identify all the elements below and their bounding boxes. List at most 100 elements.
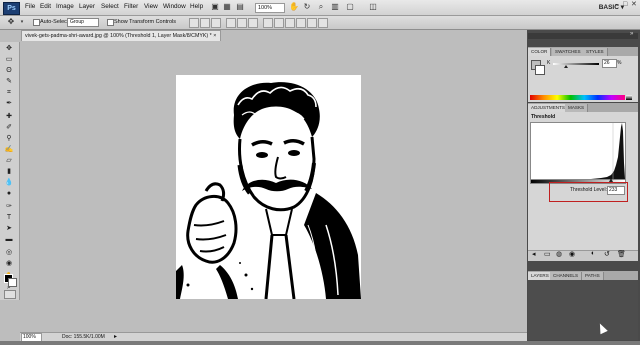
brush-tool-icon[interactable]: ✐ <box>4 123 14 132</box>
clone-stamp-tool-icon[interactable]: ⚲ <box>4 134 14 143</box>
type-tool-icon[interactable]: T <box>4 213 14 222</box>
menu-view[interactable]: View <box>144 3 158 10</box>
zoom-tool-icon[interactable]: ⌕ <box>316 2 326 12</box>
menu-bar: Ps File Edit Image Layer Select Filter V… <box>0 0 640 16</box>
visibility-eye-icon[interactable]: ◉ <box>569 250 575 258</box>
align-hcenter-button[interactable] <box>237 18 247 28</box>
close-button[interactable]: ✕ <box>631 1 637 8</box>
show-transform-checkbox[interactable] <box>107 19 114 26</box>
gradient-tool-icon[interactable]: ▮ <box>4 167 14 176</box>
chevron-down-icon[interactable]: ▾ <box>17 17 27 27</box>
screen-mode-icon[interactable]: ▢ <box>345 2 355 12</box>
threshold-level-label: Threshold Level: <box>570 187 607 193</box>
align-left-button[interactable] <box>226 18 236 28</box>
tab-color[interactable]: COLOR <box>528 48 552 56</box>
align-right-button[interactable] <box>248 18 258 28</box>
tab-masks[interactable]: MASKS <box>565 104 589 112</box>
move-tool-icon[interactable]: ✥ <box>4 44 14 53</box>
threshold-level-value: 233 <box>609 187 618 193</box>
taskbar-strip <box>0 341 640 345</box>
distribute-left-button[interactable] <box>296 18 306 28</box>
reset-icon[interactable]: ↺ <box>604 250 610 258</box>
image-canvas[interactable] <box>176 75 361 299</box>
auto-select-value: Group <box>70 19 84 25</box>
arrange-documents-icon[interactable]: ▥ <box>330 2 340 12</box>
color-slider-handle[interactable] <box>564 65 568 68</box>
status-bar: 100% Doc: 155.5K/1.00M ▸ <box>20 332 527 342</box>
marquee-tool-icon[interactable]: ▭ <box>4 55 14 64</box>
channel-label: K <box>547 60 551 66</box>
return-to-list-icon[interactable]: ◂ <box>532 250 536 258</box>
threshold-histogram[interactable] <box>530 122 626 180</box>
align-top-button[interactable] <box>189 18 199 28</box>
document-tab[interactable]: vivek-gets-padma-shri-award.jpg @ 100% (… <box>21 30 221 41</box>
extras-icon[interactable]: ▤ <box>235 2 245 12</box>
quick-select-tool-icon[interactable]: ✎ <box>4 77 14 86</box>
menu-image[interactable]: Image <box>56 3 74 10</box>
healing-brush-tool-icon[interactable]: ✚ <box>4 112 14 121</box>
auto-select-checkbox[interactable] <box>33 19 40 26</box>
black-white-ramp[interactable] <box>626 95 632 100</box>
menu-layer[interactable]: Layer <box>79 3 95 10</box>
lasso-tool-icon[interactable]: ʘ <box>4 66 14 75</box>
clip-to-layer-icon[interactable]: ◍ <box>556 250 562 258</box>
3d-rotate-tool-icon[interactable]: ◎ <box>4 248 14 257</box>
menu-help[interactable]: Help <box>190 3 203 10</box>
zoom-level-select[interactable]: 100% <box>255 3 285 13</box>
shape-tool-icon[interactable]: ▬ <box>4 235 14 244</box>
tab-swatches[interactable]: SWATCHES <box>552 48 585 56</box>
quick-mask-button[interactable] <box>4 290 16 299</box>
panel-dock-header <box>528 33 638 39</box>
collapse-panel-icon[interactable]: » <box>630 31 633 37</box>
screen-mode-alt-icon[interactable]: ◫ <box>368 2 378 12</box>
close-tab-icon[interactable]: × <box>213 33 216 39</box>
pen-tool-icon[interactable]: ✑ <box>4 202 14 211</box>
threshold-level-input[interactable]: 233 <box>607 186 625 195</box>
blur-tool-icon[interactable]: 💧 <box>4 178 14 187</box>
menu-filter[interactable]: Filter <box>124 3 138 10</box>
menu-edit[interactable]: Edit <box>40 3 51 10</box>
distribute-right-button[interactable] <box>318 18 328 28</box>
distribute-bottom-button[interactable] <box>285 18 295 28</box>
distribute-top-button[interactable] <box>263 18 273 28</box>
menu-select[interactable]: Select <box>101 3 119 10</box>
bridge-icon[interactable]: ▣ <box>210 2 220 12</box>
eyedropper-tool-icon[interactable]: ✒ <box>4 99 14 108</box>
color-value: 26 <box>604 60 610 66</box>
move-tool-icon[interactable]: ✥ <box>6 17 16 27</box>
color-spectrum-bar[interactable] <box>530 95 625 100</box>
menu-file[interactable]: File <box>25 3 35 10</box>
hand-tool-icon[interactable]: ✋ <box>289 2 299 12</box>
auto-select-dropdown[interactable]: Group <box>67 18 99 27</box>
history-brush-tool-icon[interactable]: ✍ <box>4 145 14 154</box>
tab-adjustments[interactable]: ADJUSTMENTS <box>528 104 569 112</box>
color-slider[interactable] <box>553 63 599 65</box>
menu-window[interactable]: Window <box>163 3 186 10</box>
minimize-button[interactable]: – <box>615 1 621 8</box>
background-color-swatch[interactable] <box>535 65 545 75</box>
status-arrow-icon[interactable]: ▸ <box>114 333 117 340</box>
distribute-vcenter-button[interactable] <box>274 18 284 28</box>
options-bar: ✥ ▾ Auto-Select: Group Show Transform Co… <box>0 16 640 30</box>
crop-tool-icon[interactable]: ⌗ <box>4 88 14 97</box>
distribute-hcenter-button[interactable] <box>307 18 317 28</box>
tab-paths[interactable]: PATHS <box>582 272 604 280</box>
maximize-button[interactable]: □ <box>623 1 629 8</box>
background-color-swatch[interactable] <box>8 278 17 287</box>
align-vcenter-button[interactable] <box>200 18 210 28</box>
auto-select-label: Auto-Select: <box>40 19 70 25</box>
tab-styles[interactable]: STYLES <box>583 48 608 56</box>
rotate-view-icon[interactable]: ↻ <box>302 2 312 12</box>
view-previous-icon[interactable]: ◐ <box>591 250 595 257</box>
delete-icon[interactable]: 🗑 <box>617 250 626 258</box>
expand-view-icon[interactable]: ▭ <box>544 250 551 258</box>
mini-bridge-icon[interactable]: ▦ <box>222 2 232 12</box>
show-transform-label: Show Transform Controls <box>114 19 177 25</box>
color-value-field[interactable]: 26 <box>602 59 617 68</box>
tab-channels[interactable]: CHANNELS <box>550 272 583 280</box>
eraser-tool-icon[interactable]: ▱ <box>4 156 14 165</box>
3d-camera-tool-icon[interactable]: ◉ <box>4 259 14 268</box>
align-bottom-button[interactable] <box>211 18 221 28</box>
path-select-tool-icon[interactable]: ➤ <box>4 224 14 233</box>
dodge-tool-icon[interactable]: ● <box>4 189 14 198</box>
